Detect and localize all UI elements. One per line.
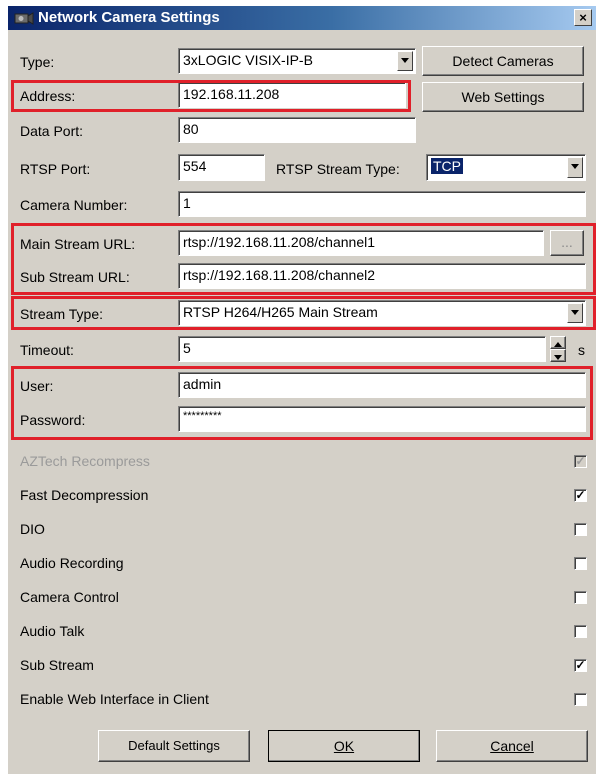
camera-number-label: Camera Number: (20, 197, 128, 213)
address-label: Address: (20, 88, 76, 104)
chevron-down-icon[interactable] (397, 51, 413, 71)
option-label-camera-control: Camera Control (20, 589, 119, 605)
close-button[interactable]: × (574, 9, 592, 26)
stream-type-label: Stream Type: (20, 306, 104, 322)
data-port-value: 80 (183, 121, 199, 137)
sub-stream-url-label: Sub Stream URL: (20, 269, 130, 285)
checkbox-camera-control[interactable] (574, 591, 587, 604)
checkbox-enable-web-interface[interactable] (574, 693, 587, 706)
user-input[interactable]: admin (178, 372, 586, 398)
ok-button[interactable]: OK (268, 730, 420, 762)
password-label: Password: (20, 412, 86, 428)
sub-stream-url-value: rtsp://192.168.11.208/channel2 (183, 267, 376, 283)
spin-up-icon[interactable] (550, 336, 566, 349)
main-stream-url-value: rtsp://192.168.11.208/channel1 (183, 234, 376, 250)
type-dropdown[interactable]: 3xLOGIC VISIX-IP-B (178, 48, 416, 74)
address-input[interactable]: 192.168.11.208 (178, 82, 406, 108)
stream-type-value: RTSP H264/H265 Main Stream (183, 304, 378, 320)
password-value: ********* (183, 410, 222, 422)
sub-stream-url-input[interactable]: rtsp://192.168.11.208/channel2 (178, 263, 586, 289)
option-label-dio: DIO (20, 521, 45, 537)
address-value: 192.168.11.208 (183, 86, 280, 102)
camera-number-input[interactable]: 1 (178, 191, 586, 217)
rtsp-port-input[interactable]: 554 (178, 154, 265, 181)
camera-icon (14, 12, 34, 25)
web-settings-button[interactable]: Web Settings (422, 82, 584, 112)
checkbox-sub-stream[interactable]: ✓ (574, 659, 587, 672)
data-port-input[interactable]: 80 (178, 117, 416, 143)
timeout-input[interactable]: 5 (178, 336, 546, 362)
option-label-sub-stream: Sub Stream (20, 657, 94, 673)
chevron-down-icon[interactable] (567, 157, 583, 178)
user-label: User: (20, 378, 54, 394)
option-label-audio-recording: Audio Recording (20, 555, 124, 571)
checkbox-dio[interactable] (574, 523, 587, 536)
title-bar[interactable]: Network Camera Settings × (8, 6, 596, 30)
option-label-audio-talk: Audio Talk (20, 623, 85, 639)
default-settings-button[interactable]: Default Settings (98, 730, 250, 762)
type-value: 3xLOGIC VISIX-IP-B (183, 52, 313, 68)
close-icon: × (579, 10, 587, 25)
timeout-label: Timeout: (20, 342, 74, 358)
main-stream-url-input[interactable]: rtsp://192.168.11.208/channel1 (178, 230, 544, 256)
type-label: Type: (20, 54, 55, 70)
rtsp-port-value: 554 (183, 158, 207, 174)
rtsp-stream-type-value: TCP (430, 157, 464, 175)
camera-number-value: 1 (183, 195, 191, 211)
spin-down-icon[interactable] (550, 349, 566, 362)
chevron-down-icon[interactable] (567, 303, 583, 323)
user-value: admin (183, 376, 222, 392)
timeout-spinner[interactable] (550, 336, 566, 362)
cancel-button[interactable]: Cancel (436, 730, 588, 762)
browse-button[interactable]: ... (550, 230, 584, 256)
timeout-unit: s (578, 342, 585, 358)
password-input[interactable]: ********* (178, 406, 586, 432)
option-label-enable-web-interface: Enable Web Interface in Client (20, 691, 209, 707)
checkbox-fast-decompression[interactable]: ✓ (574, 489, 587, 502)
rtsp-stream-type-dropdown[interactable]: TCP (426, 154, 586, 181)
option-label-aztech-recompress: AZTech Recompress (20, 453, 150, 469)
data-port-label: Data Port: (20, 123, 84, 139)
timeout-value: 5 (183, 340, 191, 356)
checkbox-aztech-recompress[interactable]: ✓ (574, 455, 587, 468)
rtsp-stream-type-label: RTSP Stream Type: (276, 161, 400, 177)
main-stream-url-label: Main Stream URL: (20, 236, 136, 252)
window-title: Network Camera Settings (38, 9, 220, 26)
stream-type-dropdown[interactable]: RTSP H264/H265 Main Stream (178, 300, 586, 326)
network-camera-settings-dialog: Network Camera Settings × Type: 3xLOGIC … (8, 6, 596, 774)
checkbox-audio-talk[interactable] (574, 625, 587, 638)
rtsp-port-label: RTSP Port: (20, 161, 91, 177)
option-label-fast-decompression: Fast Decompression (20, 487, 149, 503)
checkbox-audio-recording[interactable] (574, 557, 587, 570)
detect-cameras-button[interactable]: Detect Cameras (422, 46, 584, 76)
